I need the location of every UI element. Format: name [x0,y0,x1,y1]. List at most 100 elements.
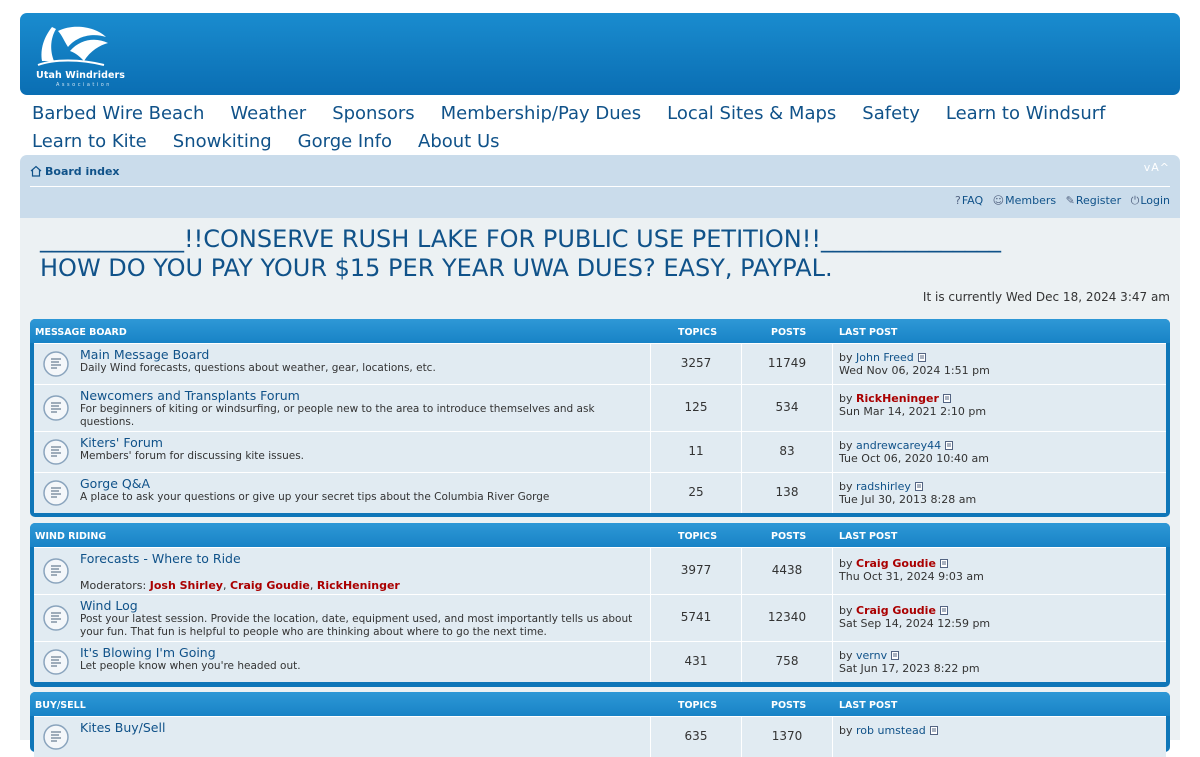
forum-title[interactable]: It's Blowing I'm Going [80,645,216,660]
site-logo[interactable]: Utah Windriders Association [34,25,126,89]
nav-about-us[interactable]: About Us [418,128,500,156]
forum-row[interactable]: Kiters' Forum Members' forum for discuss… [34,431,1166,472]
lastpost-cell [832,642,833,682]
last-post-date: Thu Oct 31, 2024 9:03 am [839,570,984,583]
last-post-author[interactable]: RickHeninger [856,392,939,405]
topic-count: 3977 [680,563,712,577]
font-size-control[interactable]: vA^ [1144,161,1170,174]
nav-snowkiting[interactable]: Snowkiting [173,128,272,156]
category-header: BUY/SELL TOPICS POSTS LAST POST [30,692,1170,716]
last-post-date: Sat Jun 17, 2023 8:22 pm [839,662,980,675]
nav-weather[interactable]: Weather [230,100,306,128]
category-title[interactable]: MESSAGE BOARD [35,327,127,338]
forum-row[interactable]: Kites Buy/Sell 635 1370 by rob umstead [34,716,1166,757]
forum-row[interactable]: Newcomers and Transplants Forum For begi… [34,384,1166,431]
forum-row[interactable]: Main Message Board Daily Wind forecasts,… [34,343,1166,384]
by-label: by [839,480,853,493]
nav-sponsors[interactable]: Sponsors [332,100,414,128]
last-post-author[interactable]: Craig Goudie [856,604,936,617]
col-last-post: LAST POST [839,700,898,711]
nav-learn-kite[interactable]: Learn to Kite [32,128,147,156]
forum-title[interactable]: Gorge Q&A [80,476,150,491]
nav-barbed-wire-beach[interactable]: Barbed Wire Beach [32,100,204,128]
register-link[interactable]: ✎Register [1066,194,1122,207]
col-topics: TOPICS [678,327,718,338]
forum-read-icon [43,605,69,631]
forum-row[interactable]: Forecasts - Where to Ride Moderators: Jo… [34,547,1166,594]
last-post-date: Wed Nov 06, 2024 1:51 pm [839,364,990,377]
nav-gorge-info[interactable]: Gorge Info [298,128,392,156]
moderator-link[interactable]: Craig Goudie [230,579,310,592]
nav-local-sites[interactable]: Local Sites & Maps [667,100,836,128]
nav-learn-windsurf[interactable]: Learn to Windsurf [946,100,1106,128]
forum-title[interactable]: Kiters' Forum [80,435,163,450]
category-title[interactable]: BUY/SELL [35,700,86,711]
by-label: by [839,392,853,405]
view-latest-post-icon[interactable] [929,726,939,735]
forum-read-icon [43,558,69,584]
topic-count: 3257 [680,356,712,370]
view-latest-post-icon[interactable] [891,651,900,660]
last-post-author[interactable]: vernv [856,649,887,662]
view-latest-post-icon[interactable] [917,353,927,362]
last-post-date: Sat Sep 14, 2024 12:59 pm [839,617,991,630]
category-wind-riding: WIND RIDING TOPICS POSTS LAST POST Forec… [30,523,1170,687]
category-title[interactable]: WIND RIDING [35,531,106,542]
view-latest-post-icon[interactable] [914,482,924,491]
register-label: Register [1075,194,1122,207]
last-post-date: Tue Oct 06, 2020 10:40 am [839,452,989,465]
login-link[interactable]: ⏻Login [1131,194,1170,207]
col-posts: POSTS [771,327,807,338]
forum-read-icon [43,724,69,750]
forum-title[interactable]: Newcomers and Transplants Forum [80,388,300,403]
forum-read-icon [43,480,69,506]
forum-row[interactable]: It's Blowing I'm Going Let people know w… [34,641,1166,682]
last-post-author[interactable]: rob umstead [856,724,926,737]
nav-safety[interactable]: Safety [862,100,920,128]
breadcrumb[interactable]: Board index [30,165,120,178]
col-last-post: LAST POST [839,531,898,542]
members-link[interactable]: ☺Members [993,194,1056,207]
post-count: 534 [775,400,799,414]
forum-description: Members' forum for discussing kite issue… [80,450,305,462]
forum-row[interactable]: Wind Log Post your latest session. Provi… [34,594,1166,641]
topic-count: 431 [684,654,708,668]
announcement-dues[interactable]: HOW DO YOU PAY YOUR $15 PER YEAR UWA DUE… [40,254,1001,283]
last-post: by andrewcarey44 Tue Oct 06, 2020 10:40 a… [839,439,989,465]
forum-description: A place to ask your questions or give up… [80,491,550,503]
forum-description: For beginners of kiting or windsurfing, … [80,403,595,428]
faq-link[interactable]: ?FAQ [955,194,983,207]
view-latest-post-icon[interactable] [939,606,949,615]
nav-membership[interactable]: Membership/Pay Dues [441,100,642,128]
forum-title[interactable]: Kites Buy/Sell [80,720,165,735]
category-buy-sell: BUY/SELL TOPICS POSTS LAST POST Kites Bu… [30,692,1170,757]
view-latest-post-icon[interactable] [945,441,954,450]
lastpost-cell [832,473,833,513]
forum-row[interactable]: Gorge Q&A A place to ask your questions … [34,472,1166,513]
forum-title[interactable]: Main Message Board [80,347,209,362]
last-post-author[interactable]: Craig Goudie [856,557,936,570]
by-label: by [839,604,853,617]
breadcrumb-board-index[interactable]: Board index [45,165,120,178]
last-post: by radshirley Tue Jul 30, 2013 8:28 am [839,480,976,506]
site-header: Utah Windriders Association [20,13,1180,95]
lastpost-cell [832,717,833,757]
forum-title[interactable]: Wind Log [80,598,138,613]
view-latest-post-icon[interactable] [939,559,949,568]
last-post: by Craig Goudie Thu Oct 31, 2024 9:03 am [839,557,984,583]
post-count: 758 [775,654,799,668]
last-post-date: Tue Jul 30, 2013 8:28 am [839,493,977,506]
moderator-link[interactable]: Josh Shirley [150,579,223,592]
last-post-author[interactable]: radshirley [856,480,911,493]
last-post-author[interactable]: andrewcarey44 [856,439,941,452]
register-icon: ✎ [1065,194,1075,207]
col-last-post: LAST POST [839,327,898,338]
last-post-author[interactable]: John Freed [856,351,914,364]
members-label: Members [1005,194,1057,207]
moderator-link[interactable]: RickHeninger [317,579,400,592]
forum-title[interactable]: Forecasts - Where to Ride [80,551,241,566]
announcement-petition[interactable]: ____________!!CONSERVE RUSH LAKE FOR PUB… [40,225,1001,254]
topic-count: 11 [688,444,704,458]
view-latest-post-icon[interactable] [942,394,952,403]
forum-moderators: Moderators: Josh Shirley, Craig Goudie, … [80,579,400,592]
